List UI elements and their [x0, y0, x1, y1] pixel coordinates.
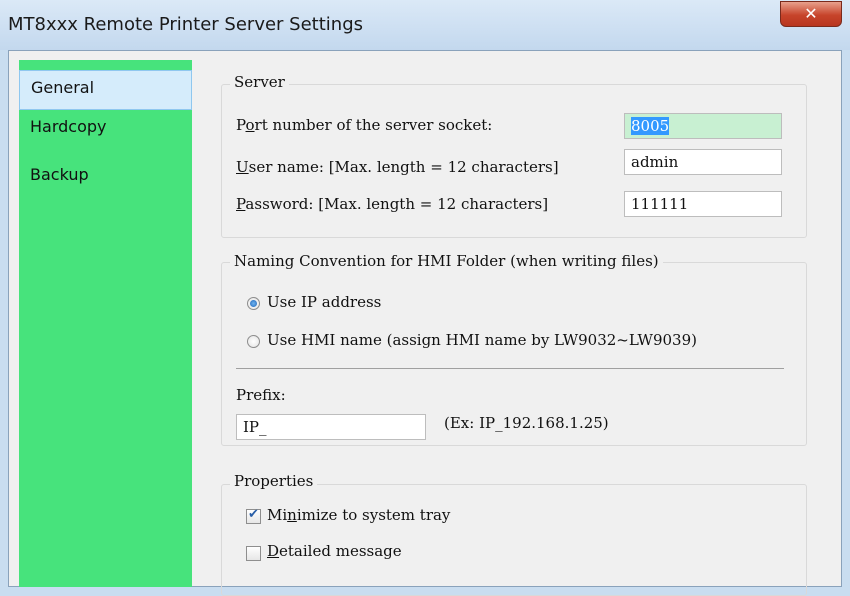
sidebar-item-general[interactable]: General: [19, 70, 192, 110]
title-bar: MT8xxx Remote Printer Server Settings ✕: [0, 0, 850, 50]
use-hmi-name-radio[interactable]: [247, 335, 260, 348]
sidebar-item-label: Backup: [30, 165, 89, 184]
server-group-label: Server: [230, 73, 289, 91]
sidebar-item-label: General: [31, 78, 95, 97]
use-hmi-name-label: Use HMI name (assign HMI name by LW9032~…: [267, 331, 697, 349]
user-name-input[interactable]: admin: [624, 149, 782, 175]
prefix-example: (Ex: IP_192.168.1.25): [444, 414, 609, 432]
properties-group-label: Properties: [230, 472, 318, 490]
properties-group: [221, 484, 807, 596]
password-label: Password: [Max. length = 12 characters]: [236, 195, 549, 213]
close-button[interactable]: ✕: [780, 1, 842, 27]
use-ip-radio[interactable]: [247, 297, 260, 310]
sidebar-item-backup[interactable]: Backup: [19, 158, 192, 198]
close-icon: ✕: [804, 4, 818, 23]
window-title: MT8xxx Remote Printer Server Settings: [8, 14, 364, 35]
naming-divider: [236, 368, 784, 369]
port-label: Port number of the server socket:: [236, 116, 493, 134]
detailed-message-checkbox[interactable]: [246, 546, 261, 561]
port-input[interactable]: 8005: [624, 113, 782, 139]
minimize-label: Minimize to system tray: [267, 506, 451, 524]
use-ip-label: Use IP address: [267, 293, 382, 311]
sidebar-item-label: Hardcopy: [30, 117, 107, 136]
sidebar: General Hardcopy Backup: [19, 60, 192, 587]
prefix-input[interactable]: IP_: [236, 414, 426, 440]
naming-group-label: Naming Convention for HMI Folder (when w…: [230, 252, 663, 270]
password-input[interactable]: 111111: [624, 191, 782, 217]
detailed-message-label: Detailed message: [267, 542, 402, 560]
sidebar-item-hardcopy[interactable]: Hardcopy: [19, 110, 192, 150]
prefix-label: Prefix:: [236, 386, 286, 404]
minimize-checkbox[interactable]: [246, 507, 261, 524]
user-name-label: User name: [Max. length = 12 characters]: [236, 158, 559, 176]
